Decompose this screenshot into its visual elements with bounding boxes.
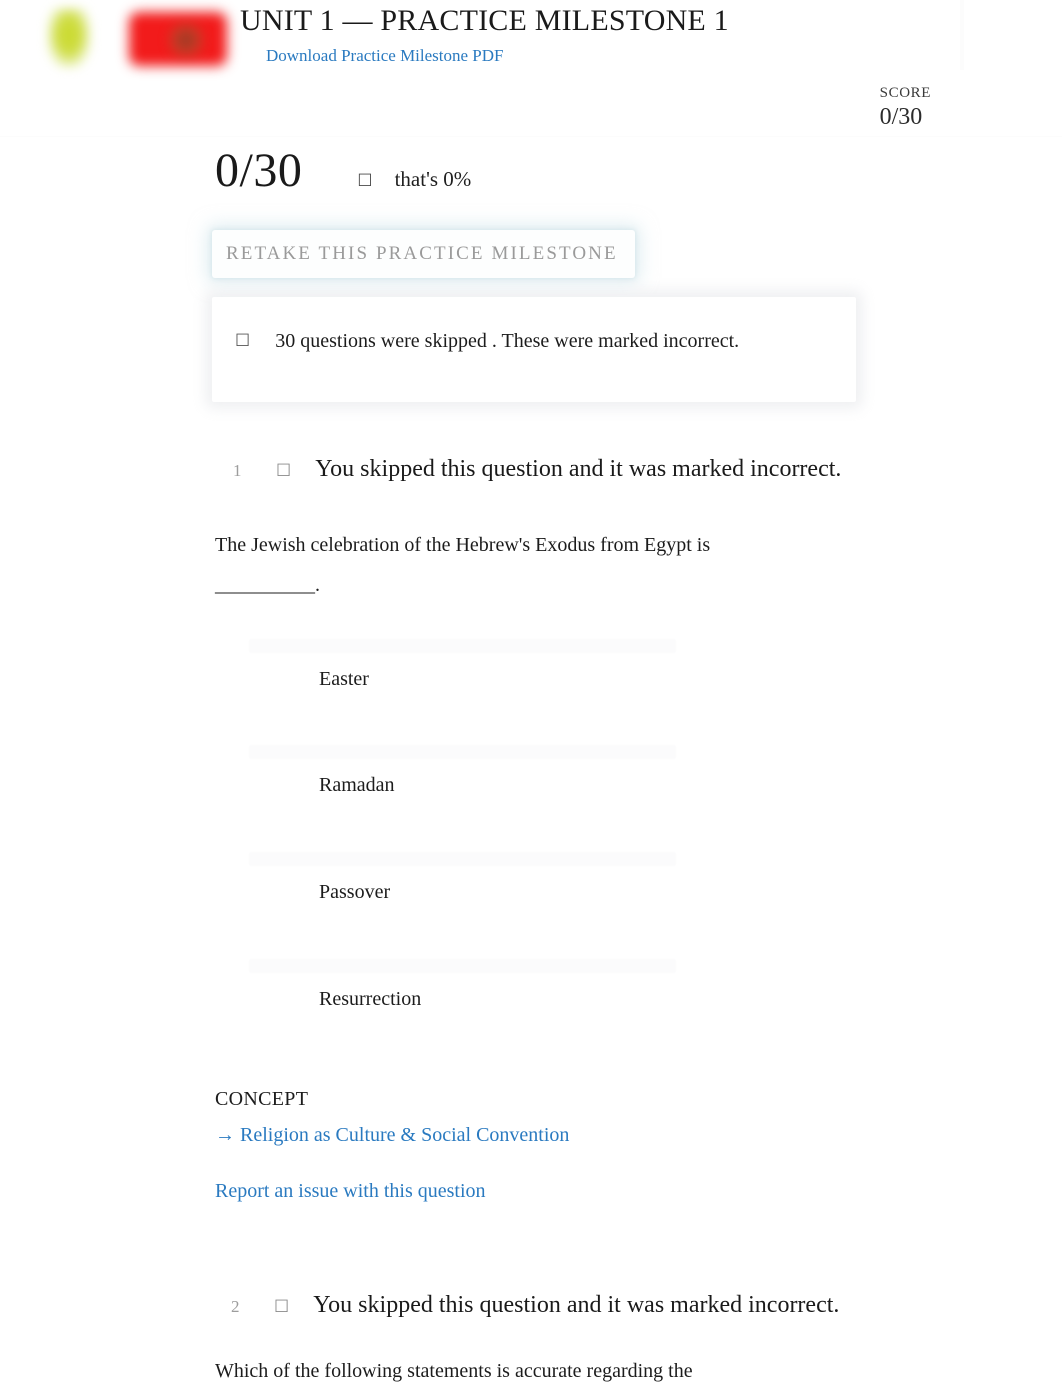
header-divider — [960, 0, 964, 70]
option-3[interactable]: Passover — [0, 852, 1062, 958]
option-1[interactable]: Easter — [0, 639, 1062, 745]
skipped-questions-notice: ☐ 30 questions were skipped . These were… — [212, 297, 856, 402]
question-1-number: 1 — [233, 461, 242, 480]
header-score-box: SCORE 0/30 — [880, 84, 931, 131]
retake-milestone-button[interactable]: RETAKE THIS PRACTICE MILESTONE — [212, 230, 635, 278]
score-label: SCORE — [879, 85, 931, 101]
notice-row: ☐ 30 questions were skipped . These were… — [235, 327, 739, 355]
question-2-number: 2 — [231, 1297, 240, 1316]
report-issue-link[interactable]: Report an issue with this question — [215, 1177, 569, 1205]
option-1-label: Easter — [319, 668, 369, 690]
question-2-status: You skipped this question and it was mar… — [313, 1292, 840, 1318]
skipped-icon: ☐ — [276, 461, 292, 481]
title-block: UNIT 1 — PRACTICE MILESTONE 1 Download P… — [240, 2, 729, 67]
question-1-concept-block: CONCEPT → Religion as Culture & Social C… — [215, 1086, 569, 1205]
page-title: UNIT 1 — PRACTICE MILESTONE 1 — [240, 4, 729, 37]
option-1-bar — [249, 639, 676, 653]
download-pdf-link[interactable]: Download Practice Milestone PDF — [266, 45, 729, 67]
score-value: 0/30 — [879, 104, 923, 130]
question-2-header: 2 ☐ You skipped this question and it was… — [231, 1289, 839, 1321]
option-3-bar — [249, 852, 676, 866]
leaf-logo-icon — [47, 8, 91, 68]
option-2[interactable]: Ramadan — [0, 745, 1062, 851]
question-1-header: 1 ☐ You skipped this question and it was… — [233, 453, 841, 485]
percent-badge-icon: ☐ — [357, 171, 373, 191]
option-4-bar — [249, 959, 676, 973]
option-2-bar — [249, 745, 676, 759]
page-header: UNIT 1 — PRACTICE MILESTONE 1 Download P… — [0, 0, 1062, 137]
summary-score-row: 0/30 ☐ that's 0% — [215, 142, 471, 200]
notice-text: 30 questions were skipped . These were m… — [275, 330, 740, 352]
question-2-prompt: Which of the following statements is acc… — [215, 1360, 693, 1382]
brand-tile-glyph-icon — [168, 22, 204, 58]
option-3-label: Passover — [319, 881, 391, 903]
header-inner: UNIT 1 — PRACTICE MILESTONE 1 Download P… — [0, 0, 1062, 80]
option-2-label: Ramadan — [319, 774, 395, 796]
concept-heading: CONCEPT — [215, 1088, 309, 1110]
notice-info-icon: ☐ — [235, 331, 251, 351]
percent-text: that's 0% — [394, 167, 472, 191]
skipped-icon: ☐ — [274, 1297, 290, 1317]
percent-wrap: ☐ that's 0% — [357, 166, 471, 192]
option-4-label: Resurrection — [319, 988, 422, 1010]
option-4[interactable]: Resurrection — [0, 959, 1062, 1065]
concept-link[interactable]: → Religion as Culture & Social Conventio… — [215, 1121, 569, 1149]
question-1-status: You skipped this question and it was mar… — [315, 456, 842, 482]
summary-score: 0/30 — [215, 144, 303, 197]
question-1-prompt: The Jewish celebration of the Hebrew's E… — [215, 534, 711, 596]
